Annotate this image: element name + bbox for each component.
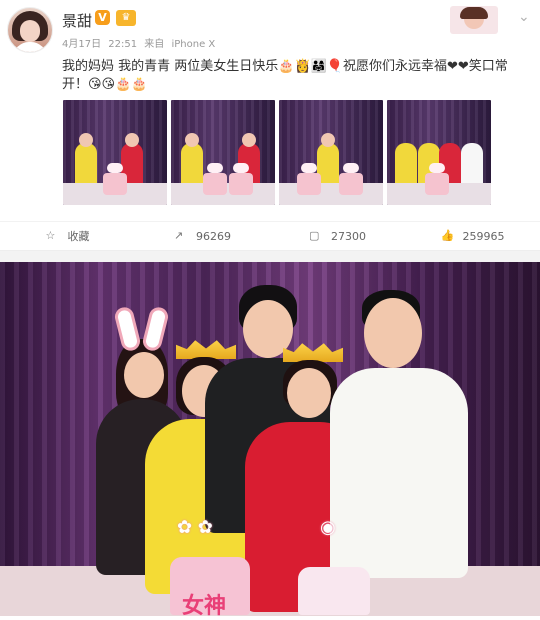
avatar-face xyxy=(20,20,40,42)
main-photo[interactable]: ✿ ✿ ◉ xyxy=(0,262,540,616)
thumbs-up-icon: 👍 xyxy=(440,229,455,242)
post-text: 我的妈妈 我的青青 两位美女生日快乐🎂👸👨‍👩‍👧🎈祝愿你们永远幸福❤❤笑口常 … xyxy=(62,58,512,94)
post-toolbar: ☆ 收藏 ↗ 96269 ▢ 27300 👍 259965 xyxy=(0,221,540,250)
person-white xyxy=(461,143,483,185)
person-head xyxy=(125,133,139,147)
comment-count: 27300 xyxy=(331,229,366,243)
like-button[interactable]: 👍 259965 xyxy=(405,222,540,250)
verified-badge: V xyxy=(95,10,110,25)
birthday-cake xyxy=(339,163,363,195)
birthday-cake xyxy=(425,163,449,195)
birthday-cake xyxy=(229,163,253,195)
person-white-shirt xyxy=(330,290,470,590)
birthday-cake xyxy=(297,163,321,195)
comment-icon: ▢ xyxy=(309,229,320,242)
person-head xyxy=(364,298,422,368)
cake-sign: 女神 xyxy=(182,593,227,619)
star-icon: ☆ xyxy=(45,229,56,242)
favorite-button[interactable]: ☆ 收藏 xyxy=(0,222,135,250)
source-label: 来自 xyxy=(144,39,165,50)
person-head xyxy=(79,133,93,147)
post-time: 22:51 xyxy=(108,39,138,50)
birthday-cake xyxy=(203,163,227,195)
username[interactable]: 景甜 xyxy=(62,10,92,31)
avatar-shoulder xyxy=(13,42,47,52)
person-yellow xyxy=(395,143,417,185)
person-yellow xyxy=(181,143,203,185)
image-thumbnail[interactable] xyxy=(63,100,167,205)
cake-topper-balloon: ◉ xyxy=(320,517,336,538)
person-head xyxy=(321,133,335,147)
share-icon: ↗ xyxy=(174,229,184,242)
table xyxy=(279,183,383,205)
like-count: 259965 xyxy=(462,229,505,243)
person-yellow xyxy=(75,143,97,185)
person-head xyxy=(242,133,256,147)
birthday-cake xyxy=(103,163,127,195)
profile-cover-thumbnail[interactable] xyxy=(450,6,498,34)
image-thumbnail[interactable] xyxy=(387,100,491,205)
user-avatar[interactable] xyxy=(7,7,53,53)
image-thumbnail[interactable] xyxy=(279,100,383,205)
image-thumbnail-strip xyxy=(63,100,493,205)
chevron-down-icon[interactable]: ⌄ xyxy=(518,10,530,24)
post-meta: 4月17日 22:51 来自 iPhone X xyxy=(62,35,219,50)
post-text-line: 开！😘😘🎂🎂 xyxy=(62,77,148,92)
repost-button[interactable]: ↗ 96269 xyxy=(135,222,270,250)
weibo-post: 景甜 V ♛ 4月17日 22:51 来自 iPhone X ⌄ 我的妈妈 我的… xyxy=(0,0,540,250)
person-body xyxy=(330,368,468,578)
cake-topper-flowers: ✿ ✿ xyxy=(177,517,213,538)
person-head xyxy=(185,133,199,147)
post-date: 4月17日 xyxy=(62,39,102,50)
favorite-label: 收藏 xyxy=(67,230,90,243)
birthday-cake-right xyxy=(298,567,370,615)
post-text-line: 我的妈妈 我的青青 两位美女生日快乐🎂👸👨‍👩‍👧🎈祝愿你们永远幸福❤❤笑口常 xyxy=(62,59,508,74)
member-crown-icon: ♛ xyxy=(116,10,136,26)
comment-button[interactable]: ▢ 27300 xyxy=(270,222,405,250)
image-thumbnail[interactable] xyxy=(171,100,275,205)
person-head xyxy=(287,368,331,418)
device-name[interactable]: iPhone X xyxy=(171,39,215,50)
repost-count: 96269 xyxy=(196,229,231,243)
